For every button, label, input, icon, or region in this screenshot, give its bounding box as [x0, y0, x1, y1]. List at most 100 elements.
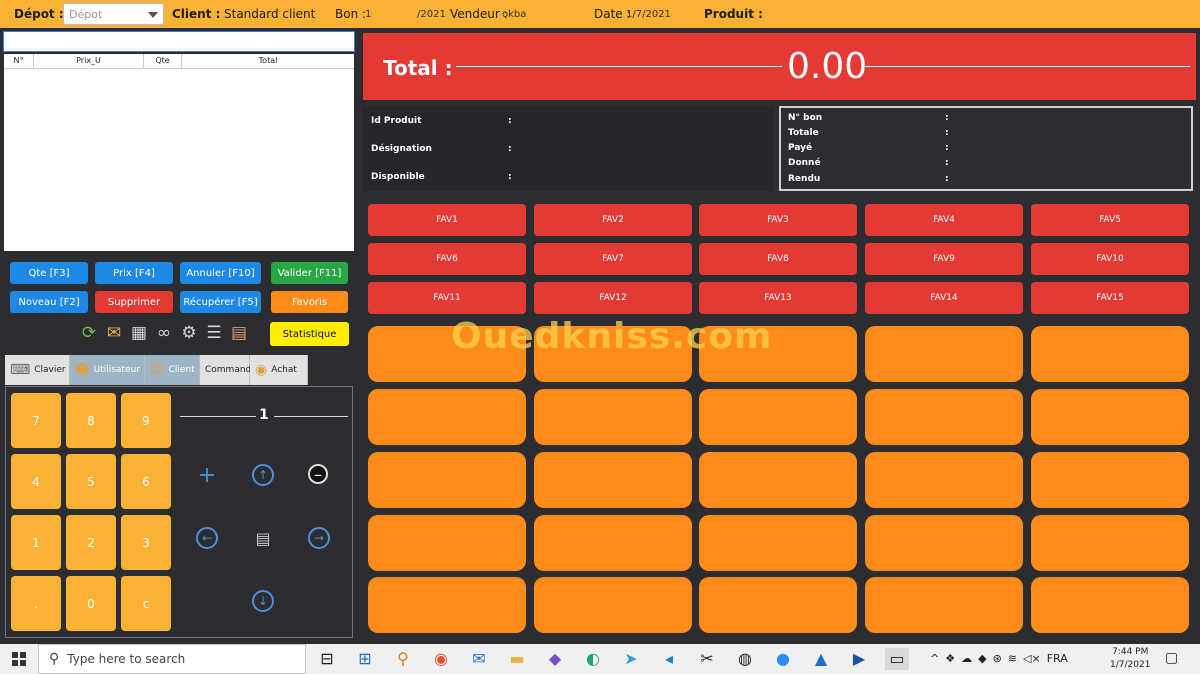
product-button[interactable] [865, 515, 1023, 571]
product-button[interactable] [1031, 389, 1189, 445]
key-8[interactable]: 8 [66, 393, 116, 448]
product-button[interactable] [699, 389, 857, 445]
key-9[interactable]: 9 [121, 393, 171, 448]
telegram-icon[interactable]: ➤ [619, 648, 643, 670]
folder-icon[interactable]: ▬ [505, 648, 529, 670]
tools-icon[interactable]: ✂ [695, 648, 719, 670]
key-6[interactable]: 6 [121, 454, 171, 509]
store-icon[interactable]: ⊞ [353, 648, 377, 670]
qte-button[interactable]: Qte [F3] [10, 262, 88, 284]
fav-button-15[interactable]: FAV15 [1031, 282, 1189, 314]
key-dot[interactable]: . [11, 576, 61, 631]
fav-button-13[interactable]: FAV13 [699, 282, 857, 314]
fav-button-3[interactable]: FAV3 [699, 204, 857, 236]
product-button[interactable] [865, 577, 1023, 633]
key-7[interactable]: 7 [11, 393, 61, 448]
active-app-icon[interactable]: ▭ [885, 648, 909, 670]
sale-table[interactable]: N° Prix_U Qte Total [4, 54, 354, 251]
fav-button-10[interactable]: FAV10 [1031, 243, 1189, 275]
favoris-button[interactable]: Favoris [271, 291, 348, 313]
product-button[interactable] [368, 577, 526, 633]
product-button[interactable] [534, 452, 692, 508]
depot-select[interactable]: Dépot [63, 3, 164, 25]
fav-button-9[interactable]: FAV9 [865, 243, 1023, 275]
binoculars-icon[interactable]: ∞ [153, 321, 175, 345]
list-icon[interactable]: ☰ [203, 321, 225, 345]
fav-button-8[interactable]: FAV8 [699, 243, 857, 275]
vscode-icon[interactable]: ◂ [657, 648, 681, 670]
product-button[interactable] [1031, 452, 1189, 508]
product-button[interactable] [368, 452, 526, 508]
fav-button-4[interactable]: FAV4 [865, 204, 1023, 236]
wifi-icon[interactable]: ≋ [1008, 652, 1017, 665]
key-clear[interactable]: c [121, 576, 171, 631]
taskbar-search[interactable]: ⚲ Type here to search [38, 644, 306, 674]
tab-achat[interactable]: ◉ Achat [250, 355, 308, 385]
arrow-down-icon[interactable]: ↓ [252, 590, 274, 612]
visual-studio-icon[interactable]: ◆ [543, 648, 567, 670]
tab-client[interactable]: ☺ Client [145, 355, 200, 385]
gear-icon[interactable]: ⚙ [178, 321, 200, 345]
clipboard-icon[interactable]: ▤ [228, 321, 250, 345]
product-button[interactable] [534, 515, 692, 571]
fav-button-7[interactable]: FAV7 [534, 243, 692, 275]
browser-icon[interactable]: ◉ [429, 648, 453, 670]
windows-start-icon[interactable] [12, 652, 26, 666]
product-button[interactable] [1031, 326, 1189, 382]
product-button[interactable] [368, 515, 526, 571]
mail-icon[interactable]: ✉ [467, 648, 491, 670]
product-button[interactable] [865, 326, 1023, 382]
product-button[interactable] [865, 389, 1023, 445]
valider-button[interactable]: Valider [F11] [271, 262, 348, 284]
task-view-icon[interactable]: ⊟ [315, 648, 339, 670]
users-icon[interactable]: ▦ [128, 321, 150, 345]
network-icon[interactable]: ⊛ [993, 652, 1002, 665]
key-3[interactable]: 3 [121, 515, 171, 570]
tab-utilisateur[interactable]: ☻ Utilisateur [70, 355, 145, 385]
key-5[interactable]: 5 [66, 454, 116, 509]
statistique-button[interactable]: Statistique [270, 322, 349, 346]
zoom-icon[interactable]: ● [771, 648, 795, 670]
arrow-up-icon[interactable]: ↑ [252, 464, 274, 486]
fav-button-1[interactable]: FAV1 [368, 204, 526, 236]
product-button[interactable] [699, 577, 857, 633]
product-button[interactable] [865, 452, 1023, 508]
noveau-button[interactable]: Noveau [F2] [10, 291, 88, 313]
shield-icon[interactable]: ◆ [978, 652, 986, 665]
search-app-icon[interactable]: ⚲ [391, 648, 415, 670]
key-4[interactable]: 4 [11, 454, 61, 509]
chevron-up-icon[interactable]: ^ [930, 652, 939, 665]
language-indicator[interactable]: FRA [1047, 652, 1068, 665]
photos-icon[interactable]: ▲ [809, 648, 833, 670]
fav-button-12[interactable]: FAV12 [534, 282, 692, 314]
notification-icon[interactable]: ▢ [1165, 650, 1178, 666]
barcode-input[interactable] [3, 31, 355, 52]
document-icon[interactable]: ▤ [252, 527, 274, 549]
fav-button-14[interactable]: FAV14 [865, 282, 1023, 314]
dropbox-icon[interactable]: ❖ [945, 652, 955, 665]
arrow-left-icon[interactable]: ← [196, 527, 218, 549]
notion-icon[interactable]: ◍ [733, 648, 757, 670]
cloud-icon[interactable]: ☁ [961, 652, 972, 665]
annuler-button[interactable]: Annuler [F10] [180, 262, 261, 284]
plus-icon[interactable]: + [196, 463, 218, 488]
edge-icon[interactable]: ◐ [581, 648, 605, 670]
tab-clavier[interactable]: ⌨ Clavier [5, 355, 70, 385]
product-button[interactable] [699, 452, 857, 508]
fav-button-6[interactable]: FAV6 [368, 243, 526, 275]
product-button[interactable] [699, 515, 857, 571]
mail-icon[interactable]: ✉ [103, 321, 125, 345]
tab-commande[interactable]: Commande [200, 355, 257, 385]
product-button[interactable] [534, 389, 692, 445]
supprimer-button[interactable]: Supprimer [95, 291, 173, 313]
prix-button[interactable]: Prix [F4] [95, 262, 173, 284]
recuperer-button[interactable]: Récupérer [F5] [180, 291, 261, 313]
key-2[interactable]: 2 [66, 515, 116, 570]
key-1[interactable]: 1 [11, 515, 61, 570]
product-button[interactable] [534, 577, 692, 633]
taskbar-clock[interactable]: 7:44 PM 1/7/2021 [1110, 646, 1150, 672]
fav-button-2[interactable]: FAV2 [534, 204, 692, 236]
key-0[interactable]: 0 [66, 576, 116, 631]
powershell-icon[interactable]: ▶ [847, 648, 871, 670]
volume-icon[interactable]: ◁× [1023, 652, 1041, 665]
